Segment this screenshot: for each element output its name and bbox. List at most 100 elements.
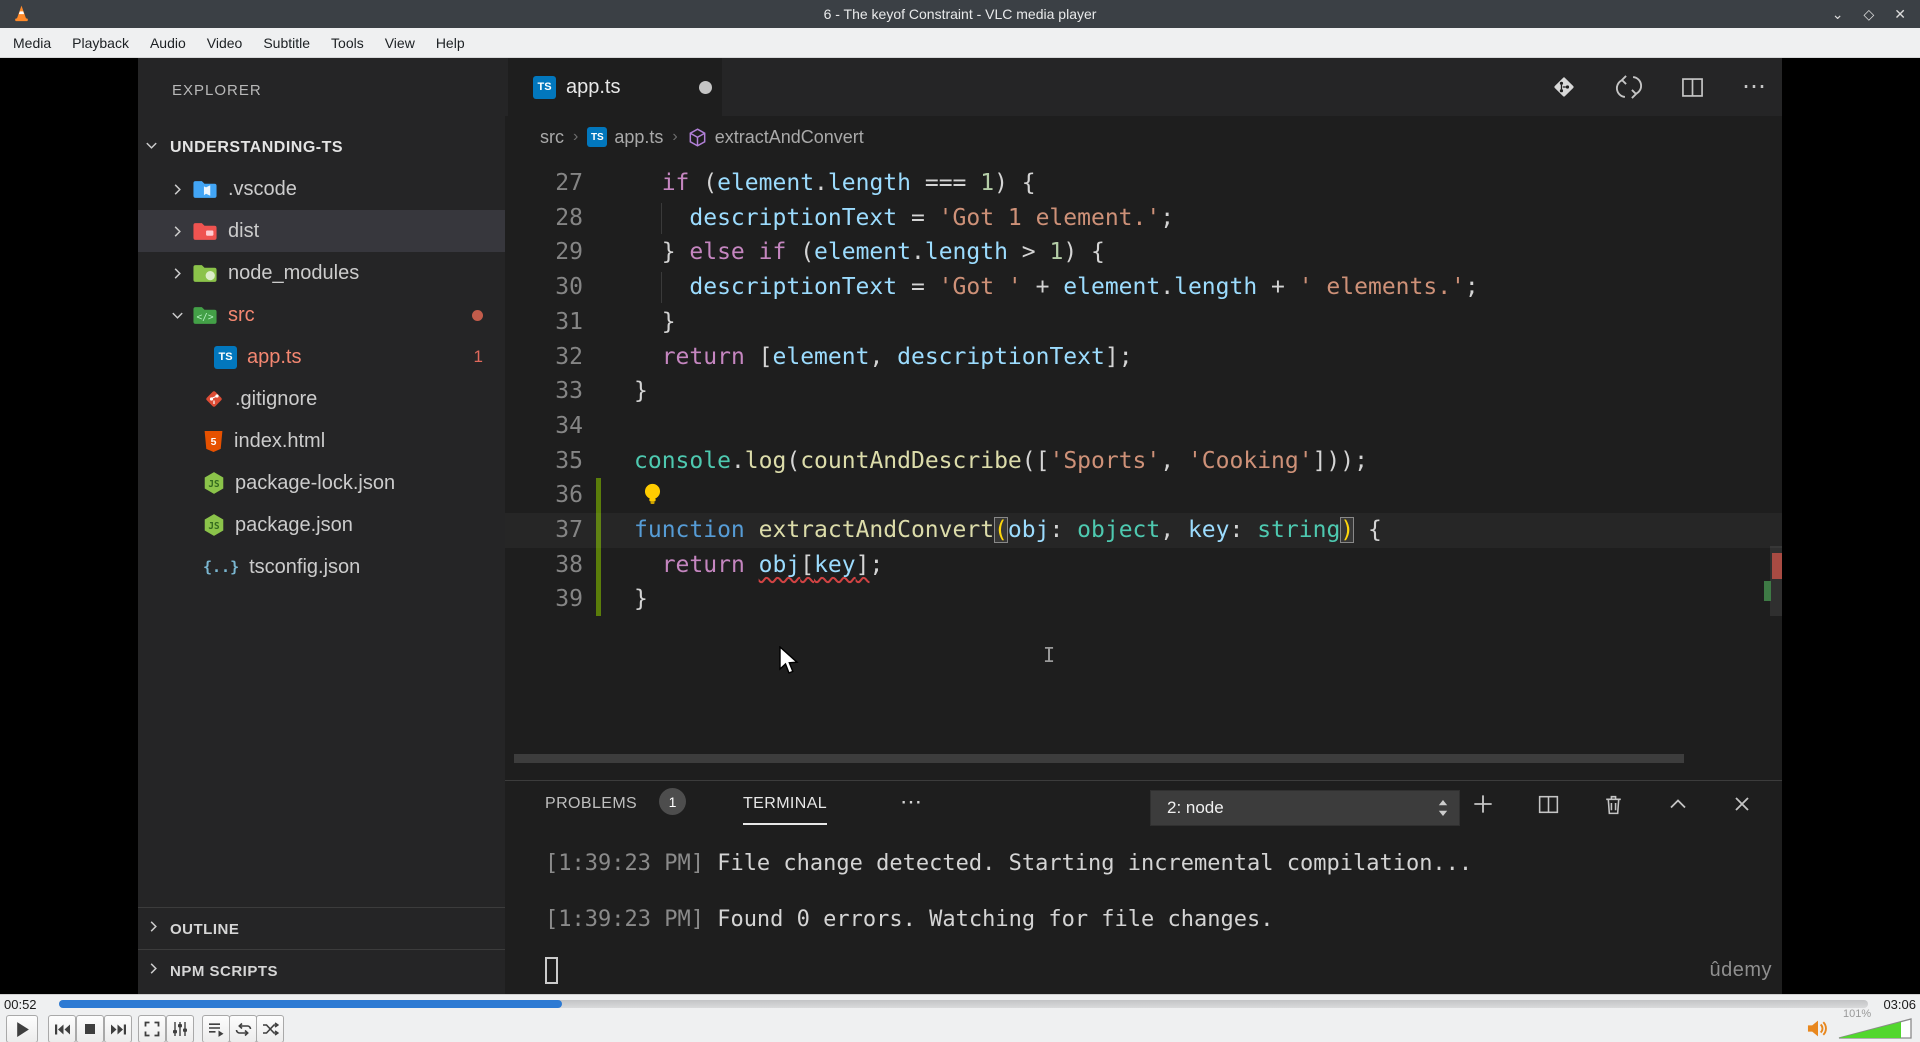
compare-changes-icon[interactable] xyxy=(1615,73,1643,101)
split-editor-icon[interactable] xyxy=(1679,74,1706,101)
extended-settings-button[interactable] xyxy=(166,1015,194,1042)
maximize-panel-icon[interactable] xyxy=(1666,792,1690,816)
loop-button[interactable] xyxy=(229,1015,257,1042)
svg-text:JS: JS xyxy=(208,479,220,490)
folder-dist-icon xyxy=(192,221,218,242)
code-line-38[interactable]: 38 return obj[key]; xyxy=(505,548,1782,583)
tree-item-app-ts[interactable]: TS app.ts 1 xyxy=(138,336,505,378)
menu-tools[interactable]: Tools xyxy=(331,35,364,51)
code-area[interactable]: 27 if (element.length === 1) {28 descrip… xyxy=(505,158,1782,780)
kill-terminal-icon[interactable] xyxy=(1601,792,1626,817)
vlc-window: 6 - The keyof Constraint - VLC media pla… xyxy=(0,0,1920,1042)
explorer-sidebar: EXPLORER UNDERSTANDING-TS .vscode dist nod… xyxy=(138,58,505,994)
previous-button[interactable] xyxy=(48,1015,76,1042)
panel-more-icon[interactable]: ⋯ xyxy=(900,789,922,815)
code-line-29[interactable]: 29 } else if (element.length > 1) { xyxy=(505,235,1782,270)
code-line-31[interactable]: 31 } xyxy=(505,305,1782,340)
menu-audio[interactable]: Audio xyxy=(150,35,186,51)
close-panel-icon[interactable] xyxy=(1730,792,1754,816)
tree-item-label: package-lock.json xyxy=(235,471,396,494)
code-line-32[interactable]: 32 return [element, descriptionText]; xyxy=(505,340,1782,375)
file-html-icon: 5 xyxy=(203,430,224,453)
section-label: OUTLINE xyxy=(170,920,240,938)
code-line-27[interactable]: 27 if (element.length === 1) { xyxy=(505,166,1782,201)
breadcrumb: src › TS app.ts › extractAndConvert xyxy=(505,116,1782,158)
section-outline[interactable]: OUTLINE xyxy=(138,907,505,950)
line-number: 34 xyxy=(555,412,583,439)
new-terminal-icon[interactable] xyxy=(1470,791,1496,817)
speaker-icon[interactable] xyxy=(1806,1019,1830,1042)
chevron-down-icon[interactable] xyxy=(170,308,192,323)
tree-item-src[interactable]: </> src xyxy=(138,294,505,336)
title-bar: 6 - The keyof Constraint - VLC media pla… xyxy=(0,0,1920,28)
tree-item-node-modules[interactable]: node_modules xyxy=(138,252,505,294)
tree-item-label: src xyxy=(228,303,255,326)
breadcrumb-item-src[interactable]: src xyxy=(540,127,564,148)
menu-view[interactable]: View xyxy=(385,35,415,51)
code-line-36[interactable]: 36 xyxy=(505,478,1782,513)
code-text: return [element, descriptionText]; xyxy=(661,343,1133,370)
random-button[interactable] xyxy=(256,1015,284,1042)
chevron-right-icon[interactable] xyxy=(170,266,192,281)
tree-item-package-json[interactable]: JS package.json xyxy=(138,504,505,546)
code-text: console.log(countAndDescribe(['Sports', … xyxy=(634,447,1368,474)
tree-item-index-html[interactable]: 5 index.html xyxy=(138,420,505,462)
menu-help[interactable]: Help xyxy=(436,35,465,51)
tree-item--vscode[interactable]: .vscode xyxy=(138,168,505,210)
chevron-right-icon[interactable] xyxy=(170,224,192,239)
line-number: 31 xyxy=(555,308,583,335)
unsaved-dot-icon[interactable] xyxy=(699,80,712,94)
code-line-37[interactable]: 37 function extractAndConvert(obj: object… xyxy=(505,513,1782,548)
tree-item--gitignore[interactable]: .gitignore xyxy=(138,378,505,420)
code-line-35[interactable]: 35 console.log(countAndDescribe(['Sports'… xyxy=(505,444,1782,479)
project-name: UNDERSTANDING-TS xyxy=(170,139,344,156)
breadcrumb-item-app.ts[interactable]: app.ts xyxy=(614,127,663,148)
minimize-button[interactable]: ⌄ xyxy=(1832,6,1844,23)
code-line-30[interactable]: 30 descriptionText = 'Got ' + element.le… xyxy=(505,270,1782,305)
close-button[interactable]: ✕ xyxy=(1894,6,1906,23)
fullscreen-button[interactable] xyxy=(138,1015,166,1042)
project-root-row[interactable]: UNDERSTANDING-TS xyxy=(138,134,505,162)
video-area[interactable]: EXPLORER UNDERSTANDING-TS .vscode dist nod… xyxy=(0,58,1920,994)
playlist-button[interactable] xyxy=(202,1015,230,1042)
menu-video[interactable]: Video xyxy=(207,35,243,51)
problems-badge: 1 xyxy=(473,347,483,366)
line-number: 32 xyxy=(555,343,583,370)
line-number: 30 xyxy=(555,274,583,301)
open-changes-icon[interactable] xyxy=(1549,72,1579,102)
tab-label: app.ts xyxy=(566,75,621,98)
menu-media[interactable]: Media xyxy=(13,35,51,51)
maximize-button[interactable]: ◇ xyxy=(1863,6,1874,23)
line-number: 38 xyxy=(555,551,583,578)
code-line-34[interactable]: 34 xyxy=(505,409,1782,444)
tree-item-dist[interactable]: dist xyxy=(138,210,505,252)
code-text: function extractAndConvert(obj: object, … xyxy=(634,517,1382,543)
code-line-33[interactable]: 33} xyxy=(505,374,1782,409)
volume-slider[interactable] xyxy=(1838,1018,1912,1042)
horizontal-scrollbar[interactable] xyxy=(514,754,1684,763)
menu-playback[interactable]: Playback xyxy=(72,35,129,51)
line-number: 35 xyxy=(555,447,583,474)
play-button[interactable] xyxy=(6,1015,38,1042)
tree-item-label: app.ts xyxy=(247,345,302,368)
menu-subtitle[interactable]: Subtitle xyxy=(263,35,310,51)
file-tsconfig-icon: {..} xyxy=(203,558,240,576)
code-line-39[interactable]: 39} xyxy=(505,582,1782,617)
text-cursor: I xyxy=(1043,643,1056,667)
terminal-select[interactable]: 2: node xyxy=(1150,790,1460,826)
breadcrumb-item-extractandconvert[interactable]: extractAndConvert xyxy=(715,127,864,148)
window-title: 6 - The keyof Constraint - VLC media pla… xyxy=(823,6,1097,22)
tab-app-ts[interactable]: TS app.ts xyxy=(508,58,722,116)
split-terminal-icon[interactable] xyxy=(1536,792,1561,817)
tab-terminal[interactable]: TERMINAL xyxy=(743,795,828,825)
code-line-28[interactable]: 28 descriptionText = 'Got 1 element.'; xyxy=(505,201,1782,236)
tree-item-package-lock-json[interactable]: JS package-lock.json xyxy=(138,462,505,504)
more-actions-icon[interactable]: ⋯ xyxy=(1742,75,1766,99)
seek-bar[interactable] xyxy=(59,1000,1868,1008)
chevron-right-icon[interactable] xyxy=(170,182,192,197)
section-npm-scripts[interactable]: NPM SCRIPTS xyxy=(138,949,505,992)
stop-button[interactable] xyxy=(76,1015,104,1042)
next-button[interactable] xyxy=(104,1015,132,1042)
tree-item-tsconfig-json[interactable]: {..} tsconfig.json xyxy=(138,546,505,588)
tab-problems[interactable]: PROBLEMS xyxy=(545,795,637,813)
